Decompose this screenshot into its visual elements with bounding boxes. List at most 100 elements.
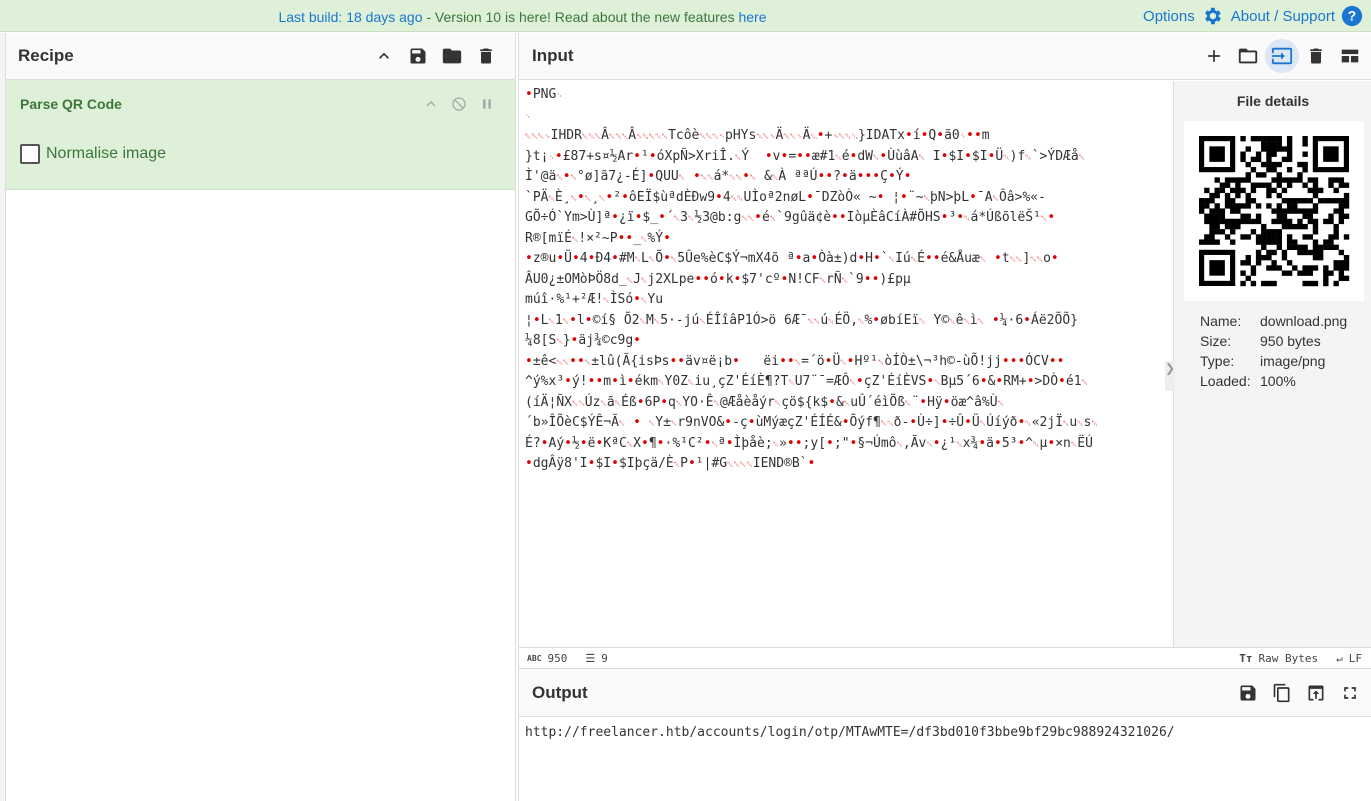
- last-build-link[interactable]: Last build: 18 days ago: [278, 9, 422, 25]
- lines-icon: ☰: [585, 651, 596, 665]
- swap-input-output-button[interactable]: [1265, 39, 1299, 73]
- lines-value: 9: [601, 651, 608, 665]
- input-line: }t¡␌•£87+s¤½Ar•¹•óXpÑ>XriÎ.␀Ý •v•=••æ#1␀…: [525, 148, 1086, 164]
- file-detail-value: 950 bytes: [1260, 333, 1321, 349]
- operation-breakpoint-button[interactable]: [473, 93, 501, 115]
- operation-collapse-button[interactable]: [417, 93, 445, 115]
- recipe-header: Recipe: [6, 33, 515, 80]
- folder-icon: [442, 48, 462, 64]
- input-status-bar: ABC 950 ☰ 9 Tт Raw Bytes ↵ LF: [519, 647, 1371, 668]
- collapse-recipe-button[interactable]: [367, 39, 401, 73]
- open-file-button[interactable]: [1231, 39, 1265, 73]
- load-recipe-button[interactable]: [435, 39, 469, 73]
- length-icon: ABC: [527, 653, 542, 663]
- copy-output-button[interactable]: [1265, 676, 1299, 710]
- qr-code-thumbnail: [1184, 121, 1364, 301]
- svg-text:?: ?: [1348, 9, 1356, 24]
- trash-icon: [480, 48, 492, 64]
- trash-icon: [1310, 48, 1322, 64]
- file-detail-value: download.png: [1260, 313, 1348, 329]
- clear-input-button[interactable]: [1299, 39, 1333, 73]
- file-detail-value: image/png: [1260, 353, 1326, 369]
- file-detail-key: Size:: [1200, 333, 1232, 349]
- file-detail-row: Loaded: 100%: [1200, 371, 1347, 391]
- clear-recipe-button[interactable]: [469, 39, 503, 73]
- input-line: ´b»ÎÕèC$ÝÊ¬Ã␀ • ␀Y±␀r9nVO&•-ç•ùMýæçZ'ÉÍÉ…: [525, 415, 1098, 430]
- input-line: ^ý%x³•ý!••m•ì•ékm␀Y0Z␀iu¸çZ'ÉíÈ¶?T␀U7¨¯=…: [525, 374, 1088, 389]
- normalise-image-checkbox[interactable]: Normalise image: [20, 144, 166, 164]
- input-line: ¼8[S␀}•äj¾©c9g•: [525, 333, 641, 348]
- copy-icon: [1273, 683, 1290, 702]
- output-pane: Output http://freelancer.htb/accounts/lo…: [518, 668, 1371, 801]
- recipe-title: Recipe: [18, 46, 74, 65]
- options-button[interactable]: Options: [1143, 5, 1223, 27]
- about-label: About / Support: [1230, 7, 1335, 25]
- save-icon: [410, 48, 426, 64]
- recipe-pane: Recipe Parse QR Code Normalise image: [6, 33, 516, 801]
- file-details-panel: ❯ File details Name: download.png Size: 950…: [1165, 81, 1371, 647]
- file-detail-row: Name: download.png: [1200, 311, 1347, 331]
- operation-disable-button[interactable]: [445, 93, 473, 115]
- input-textarea[interactable]: •PNG␊ ␊ ␀␀␀␍IHDR␀␀␀Â␀␀␀Â␈␆␀␀␀Tcôè␀␀␀␉pHYs␀…: [519, 81, 1173, 647]
- input-line: Ì'@ä␀•␀°ø]ã7¿-É]•QUU␀ •␀␀á*␀␀•␀ &␀À ªªÚ•…: [525, 169, 912, 184]
- save-recipe-button[interactable]: [401, 39, 435, 73]
- input-line: ␊: [525, 111, 532, 121]
- banner-text: - Version 10 is here! Read about the new…: [422, 9, 739, 25]
- encoding-selector[interactable]: Tт Raw Bytes: [1239, 652, 1318, 665]
- file-detail-row: Type: image/png: [1200, 351, 1347, 371]
- folder-open-icon: [1238, 48, 1258, 64]
- file-detail-key: Name:: [1200, 313, 1242, 329]
- top-banner: Last build: 18 days ago - Version 10 is …: [0, 0, 1371, 32]
- eol-selector[interactable]: ↵ LF: [1336, 652, 1362, 665]
- gear-icon: [1204, 7, 1221, 25]
- eol-value: LF: [1348, 651, 1362, 665]
- encoding-value: Raw Bytes: [1258, 651, 1319, 665]
- input-line: ␀␀␀␍IHDR␀␀␀Â␀␀␀Â␈␆␀␀␀Tcôè␀␀␀␉pHYs␀␀␎Ä␀␀␎…: [525, 128, 990, 143]
- file-detail-value: 100%: [1260, 373, 1296, 389]
- lines-indicator: ☰ 9: [585, 652, 608, 665]
- input-line: GÕ÷Ó`Ym>Ù]ª•¿ï•$_•´␀3␀½3@b:g␀␀•é␀`9gûä¢è…: [525, 210, 1056, 225]
- options-label: Options: [1143, 7, 1195, 25]
- eol-icon: ↵: [1336, 651, 1343, 665]
- collapse-file-details-handle[interactable]: ❯: [1165, 361, 1175, 391]
- chevron-up-icon: [426, 101, 436, 107]
- banner-message: Last build: 18 days ago - Version 10 is …: [0, 9, 1045, 25]
- input-pane: Input •PNG␊ ␊ ␀␀␀␍IHDR␀␀␀Â␀␀␀Â␈␆␀␀␀Tcôè␀␀␀…: [518, 33, 1371, 668]
- disable-icon: [452, 97, 466, 111]
- input-line: •±ê<␀␀••␀±lû(Ã{isÞs••äv¤ë¡b• ëi••␀=´ö•Ü␀…: [525, 353, 1065, 369]
- plus-icon: [1208, 50, 1220, 62]
- reset-layout-button[interactable]: [1333, 39, 1367, 73]
- about-support-button[interactable]: About / Support ?: [1231, 5, 1363, 27]
- text-format-icon: Tт: [1239, 651, 1253, 665]
- save-icon: [1240, 685, 1256, 700]
- file-detail-key: Type:: [1200, 353, 1235, 369]
- input-line: ÂU0¿±OMòÞÖ8d_␀J␀j2XLpe••ó•k•$7'cº•N!CF␀r…: [525, 271, 911, 287]
- chevron-up-icon: [379, 52, 389, 59]
- help-icon: ?: [1341, 5, 1363, 27]
- input-line: múî·%¹+²Æ!␀ÌSó•␀Yu: [525, 292, 664, 307]
- output-text[interactable]: http://freelancer.htb/accounts/login/otp…: [519, 717, 1371, 748]
- input-line: R®[mïÉ␀!×²~P••_␀%Ý•: [525, 230, 671, 246]
- operation-parse-qr-code[interactable]: Parse QR Code Normalise image: [6, 80, 515, 190]
- maximise-output-button[interactable]: [1333, 676, 1367, 710]
- input-line: ¦•L␀1␀•l•©í§ Õ2␀M␀5·-jú␀ÉÎîâP1Ó>ö 6Æ¯␀␀ú…: [525, 312, 1078, 328]
- release-notes-link[interactable]: here: [738, 9, 766, 25]
- output-title: Output: [532, 682, 588, 702]
- operation-name: Parse QR Code: [20, 96, 122, 112]
- file-details-table: Name: download.png Size: 950 bytes Type: imag…: [1200, 311, 1347, 391]
- input-line: •PNG␊: [525, 87, 563, 102]
- open-in-input-icon: [1308, 685, 1324, 700]
- add-input-tab-button[interactable]: [1197, 39, 1231, 73]
- input-header: Input: [519, 33, 1371, 80]
- layout-icon: [1341, 49, 1359, 63]
- checkbox-box[interactable]: [20, 144, 40, 164]
- input-line: `PÄ␀È¸␀•␀¸␀•²•ôEÏ$ùªdÈÐw9•4␀␀UÌoª2nøL•¯D…: [525, 189, 1046, 205]
- output-header: Output: [519, 669, 1371, 717]
- input-line: (íÄ¦ÑX␀␀Úz␀ã␀Éß•6P•q␀YO·Ê␀@Æåèåýr␀çö${k$…: [525, 394, 1004, 410]
- file-detail-row: Size: 950 bytes: [1200, 331, 1347, 351]
- fullscreen-icon: [1344, 686, 1356, 699]
- save-output-button[interactable]: [1231, 676, 1265, 710]
- checkbox-label: Normalise image: [46, 145, 167, 162]
- file-detail-key: Loaded:: [1200, 373, 1251, 389]
- replace-input-with-output-button[interactable]: [1299, 676, 1333, 710]
